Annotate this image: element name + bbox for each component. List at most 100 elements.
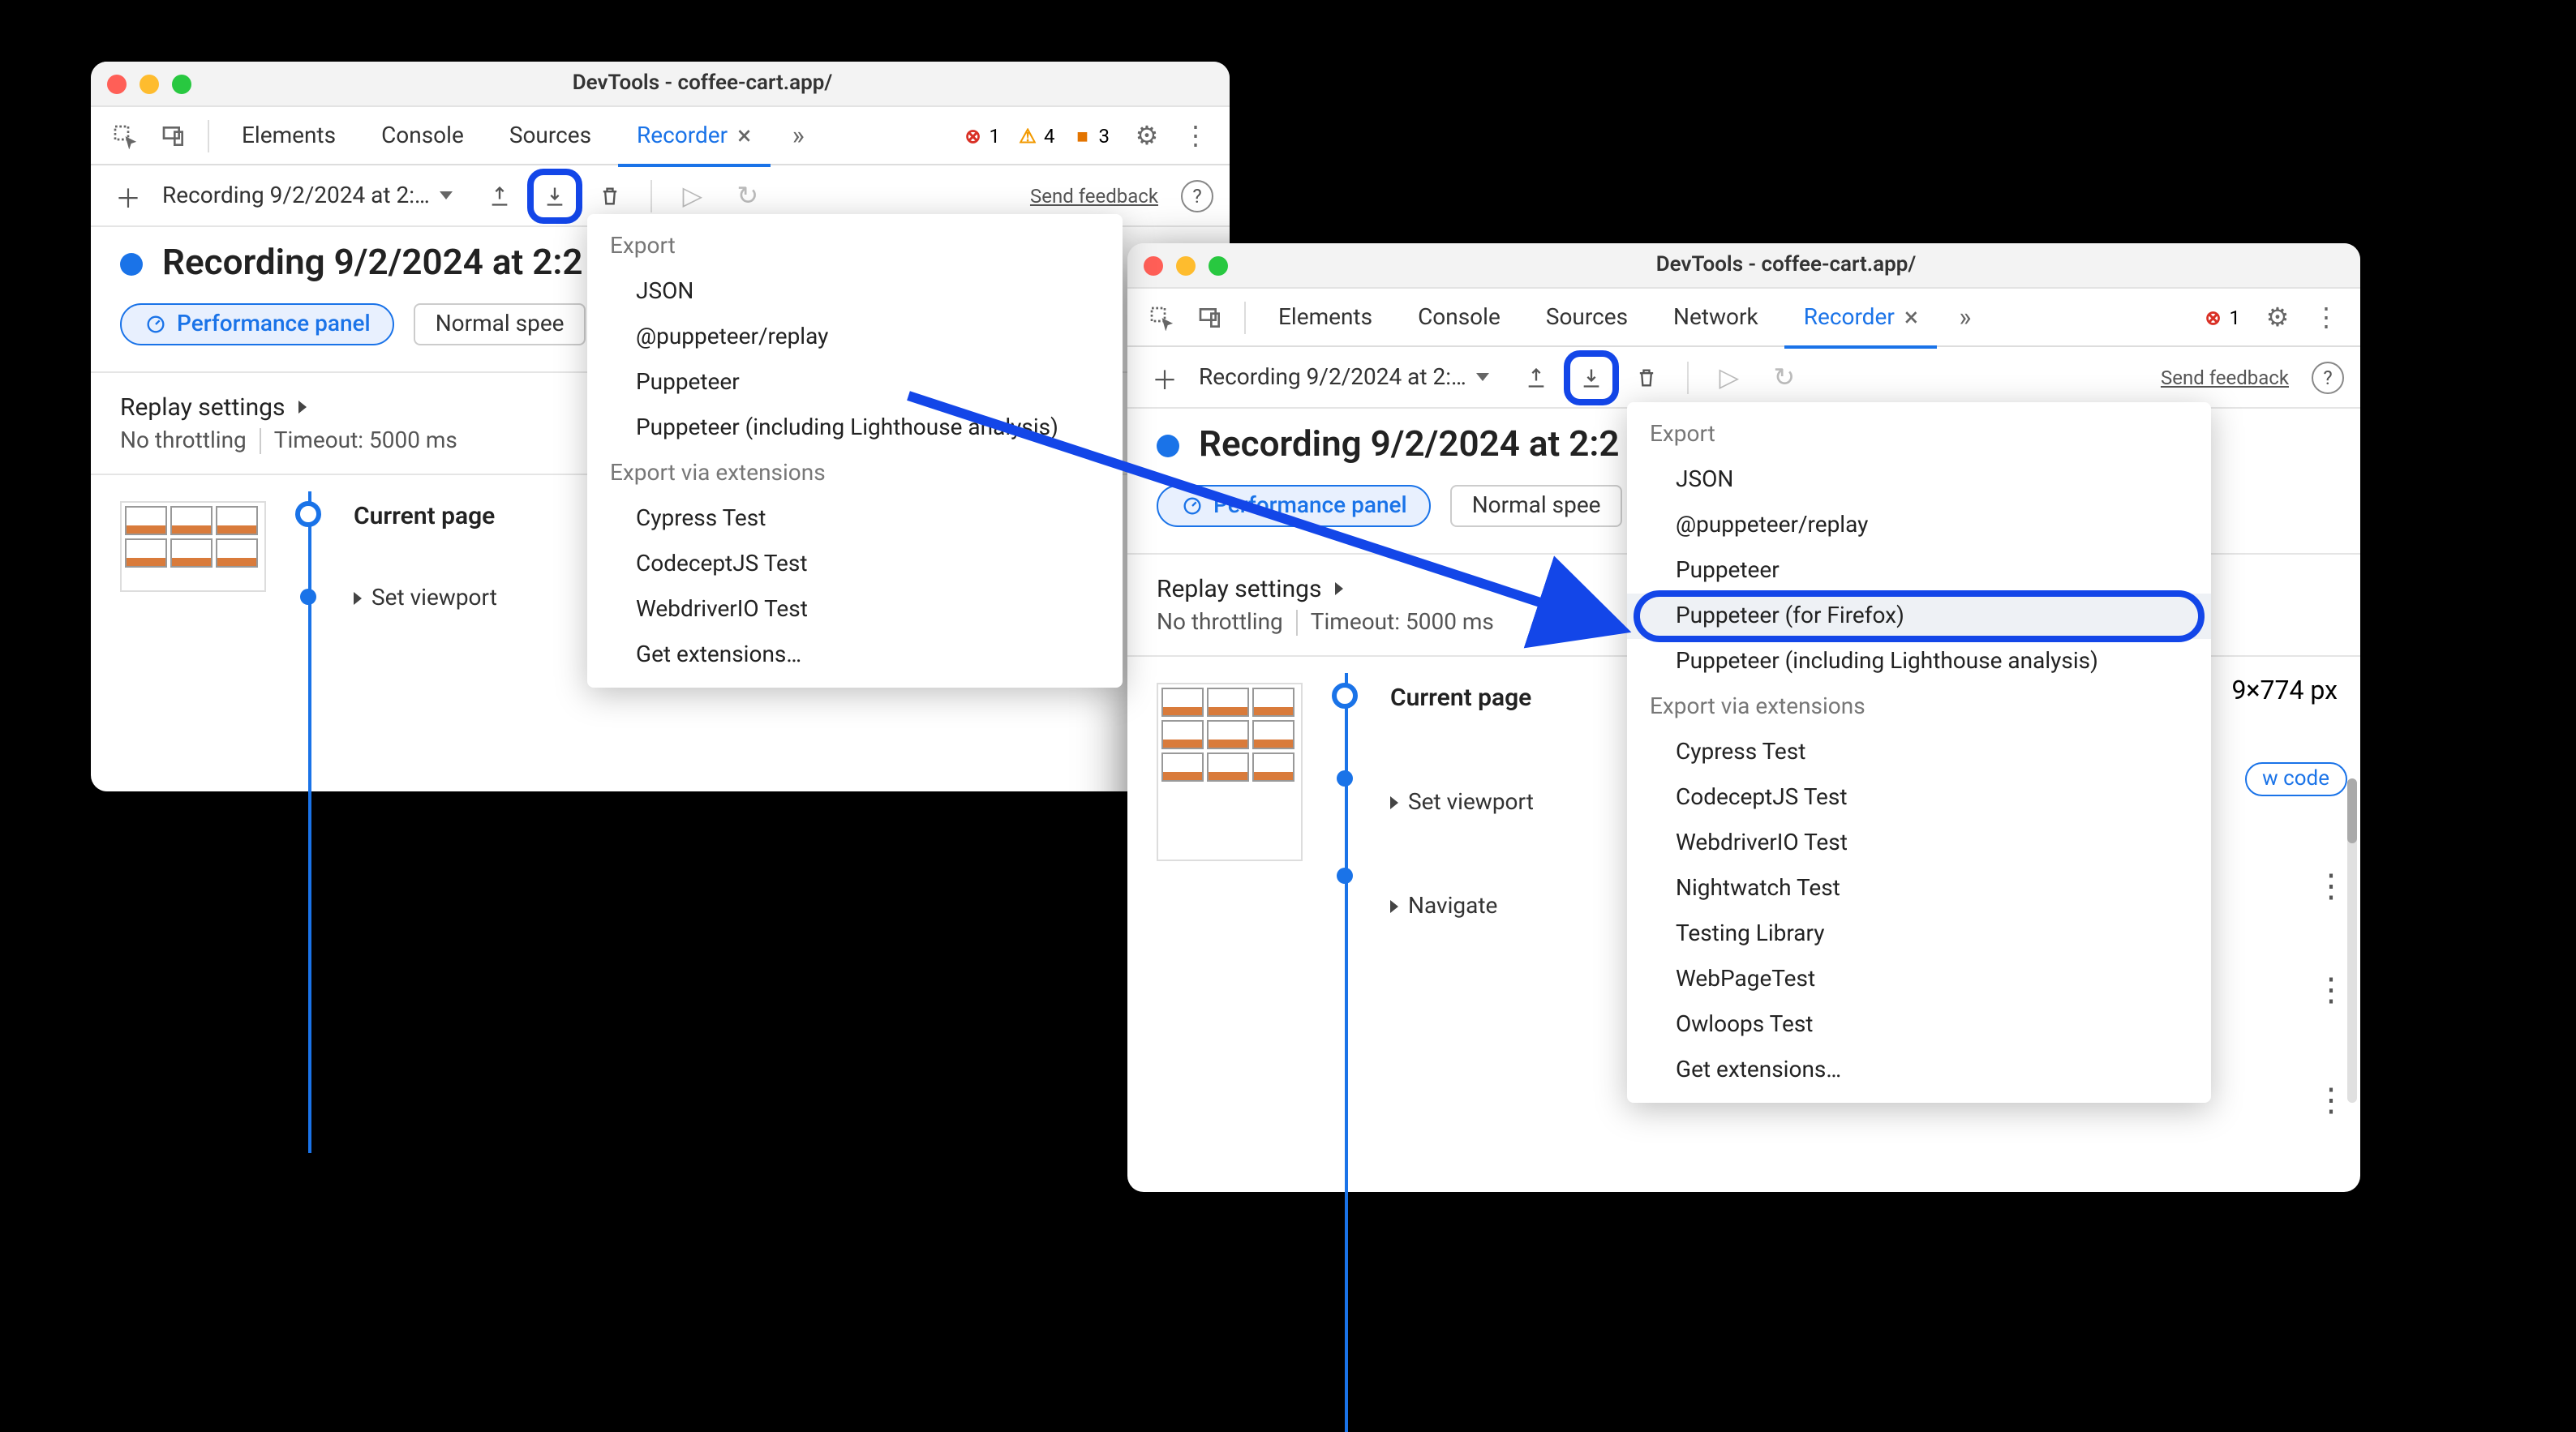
delete-icon[interactable]: [1625, 356, 1668, 398]
minimize-icon[interactable]: [1176, 255, 1196, 275]
issue-badge[interactable]: ■3: [1071, 124, 1110, 147]
export-option-get-extensions[interactable]: Get extensions…: [587, 632, 1123, 678]
step-menu-icon[interactable]: ⋮: [2315, 1083, 2347, 1116]
export-option-nightwatch[interactable]: Nightwatch Test: [1627, 866, 2211, 911]
caret-right-icon: [1335, 582, 1343, 595]
chevron-down-icon: [1476, 373, 1489, 381]
tab-console[interactable]: Console: [1398, 288, 1520, 346]
export-option-webdriverio[interactable]: WebdriverIO Test: [587, 587, 1123, 632]
speed-select[interactable]: Normal spee: [1451, 485, 1622, 527]
tab-recorder[interactable]: Recorder×: [617, 106, 771, 165]
window-title: DevTools - coffee-cart.app/: [191, 71, 1213, 96]
step-navigate[interactable]: Navigate: [1390, 894, 1534, 920]
more-tabs-icon[interactable]: »: [777, 114, 819, 156]
traffic-lights: [1144, 255, 1228, 275]
kebab-menu-icon[interactable]: ⋮: [2305, 296, 2347, 338]
new-recording-icon[interactable]: ＋: [1144, 356, 1186, 398]
recording-dropdown[interactable]: Recording 9/2/2024 at 2:…: [162, 182, 466, 208]
error-badge[interactable]: ⊗1: [962, 124, 1001, 147]
tab-console[interactable]: Console: [362, 106, 483, 165]
throttling-value: No throttling: [1157, 610, 1298, 636]
export-option-webdriverio[interactable]: WebdriverIO Test: [1627, 821, 2211, 866]
export-option-json[interactable]: JSON: [587, 269, 1123, 315]
speed-select[interactable]: Normal spee: [414, 303, 586, 345]
window-title: DevTools - coffee-cart.app/: [1228, 253, 2344, 277]
step-icon[interactable]: ↻: [727, 174, 769, 217]
export-icon[interactable]: [534, 174, 576, 217]
timeline-node[interactable]: [1337, 770, 1353, 787]
export-option-owloops[interactable]: Owloops Test: [1627, 1002, 2211, 1048]
close-icon[interactable]: [1144, 255, 1163, 275]
settings-gear-icon[interactable]: ⚙: [1126, 114, 1168, 156]
close-icon[interactable]: ×: [737, 122, 751, 148]
replay-icon[interactable]: ▷: [672, 174, 714, 217]
export-option-json[interactable]: JSON: [1627, 457, 2211, 503]
delete-icon[interactable]: [589, 174, 631, 217]
step-menu-icon[interactable]: ⋮: [2315, 973, 2347, 1005]
export-option-codeceptjs[interactable]: CodeceptJS Test: [587, 542, 1123, 587]
performance-panel-button[interactable]: Performance panel: [120, 303, 395, 345]
replay-icon[interactable]: ▷: [1708, 356, 1750, 398]
tab-elements[interactable]: Elements: [1259, 288, 1392, 346]
export-option-puppeteer-lighthouse[interactable]: Puppeteer (including Lighthouse analysis…: [1627, 639, 2211, 684]
export-option-get-extensions[interactable]: Get extensions…: [1627, 1048, 2211, 1093]
warning-badge[interactable]: ⚠4: [1016, 124, 1055, 147]
export-option-puppeteer-replay[interactable]: @puppeteer/replay: [1627, 503, 2211, 548]
step-set-viewport[interactable]: Set viewport: [354, 585, 497, 611]
export-option-puppeteer-lighthouse[interactable]: Puppeteer (including Lighthouse analysis…: [587, 405, 1123, 451]
timeline-node[interactable]: [1332, 683, 1358, 709]
export-option-puppeteer[interactable]: Puppeteer: [1627, 548, 2211, 594]
timeline-node[interactable]: [1337, 868, 1353, 884]
send-feedback-link[interactable]: Send feedback: [1030, 184, 1158, 207]
export-option-testing-library[interactable]: Testing Library: [1627, 911, 2211, 957]
export-option-puppeteer[interactable]: Puppeteer: [587, 360, 1123, 405]
zoom-icon[interactable]: [1209, 255, 1228, 275]
device-toggle-icon[interactable]: [152, 114, 195, 156]
step-set-viewport[interactable]: Set viewport: [1390, 790, 1534, 816]
more-tabs-icon[interactable]: »: [1944, 296, 1986, 338]
scrollbar[interactable]: [2347, 778, 2357, 1103]
performance-panel-button[interactable]: Performance panel: [1157, 485, 1432, 527]
settings-gear-icon[interactable]: ⚙: [2256, 296, 2299, 338]
timeline-node[interactable]: [295, 501, 321, 527]
import-icon[interactable]: [479, 174, 521, 217]
step-icon[interactable]: ↻: [1763, 356, 1805, 398]
help-icon[interactable]: ?: [2312, 361, 2344, 393]
minimize-icon[interactable]: [140, 74, 159, 93]
inspect-icon[interactable]: [1140, 296, 1183, 338]
tab-elements[interactable]: Elements: [222, 106, 355, 165]
device-toggle-icon[interactable]: [1189, 296, 1231, 338]
recording-dropdown[interactable]: Recording 9/2/2024 at 2:…: [1199, 364, 1502, 390]
tab-sources[interactable]: Sources: [490, 106, 611, 165]
export-option-cypress[interactable]: Cypress Test: [587, 496, 1123, 542]
tab-recorder[interactable]: Recorder×: [1784, 288, 1938, 346]
export-dropdown-left: Export JSON @puppeteer/replay Puppeteer …: [587, 214, 1123, 688]
export-option-puppeteer-replay[interactable]: @puppeteer/replay: [587, 315, 1123, 360]
step-menu-icon[interactable]: ⋮: [2315, 869, 2347, 902]
dropdown-section-header: Export via extensions: [1627, 684, 2211, 730]
export-option-webpagetest[interactable]: WebPageTest: [1627, 957, 2211, 1002]
zoom-icon[interactable]: [172, 74, 191, 93]
tab-sources[interactable]: Sources: [1526, 288, 1647, 346]
export-option-puppeteer-firefox[interactable]: Puppeteer (for Firefox): [1627, 594, 2211, 639]
close-icon[interactable]: ×: [1904, 304, 1918, 330]
inspect-icon[interactable]: [104, 114, 146, 156]
kebab-menu-icon[interactable]: ⋮: [1174, 114, 1217, 156]
dropdown-section-header: Export: [587, 224, 1123, 269]
scroll-thumb[interactable]: [2347, 778, 2357, 843]
error-badge[interactable]: ⊗1: [2202, 306, 2241, 328]
help-icon[interactable]: ?: [1181, 179, 1213, 212]
send-feedback-link[interactable]: Send feedback: [2161, 366, 2289, 388]
page-thumbnail: [1157, 683, 1303, 861]
chevron-down-icon: [440, 191, 453, 199]
titlebar: DevTools - coffee-cart.app/: [1127, 243, 2360, 289]
export-icon[interactable]: [1570, 356, 1612, 398]
export-option-codeceptjs[interactable]: CodeceptJS Test: [1627, 775, 2211, 821]
export-option-cypress[interactable]: Cypress Test: [1627, 730, 2211, 775]
tab-network[interactable]: Network: [1654, 288, 1778, 346]
import-icon[interactable]: [1515, 356, 1557, 398]
recording-dot-icon: [1157, 434, 1179, 457]
close-icon[interactable]: [107, 74, 127, 93]
new-recording-icon[interactable]: ＋: [107, 174, 149, 217]
timeline-node[interactable]: [300, 589, 316, 605]
